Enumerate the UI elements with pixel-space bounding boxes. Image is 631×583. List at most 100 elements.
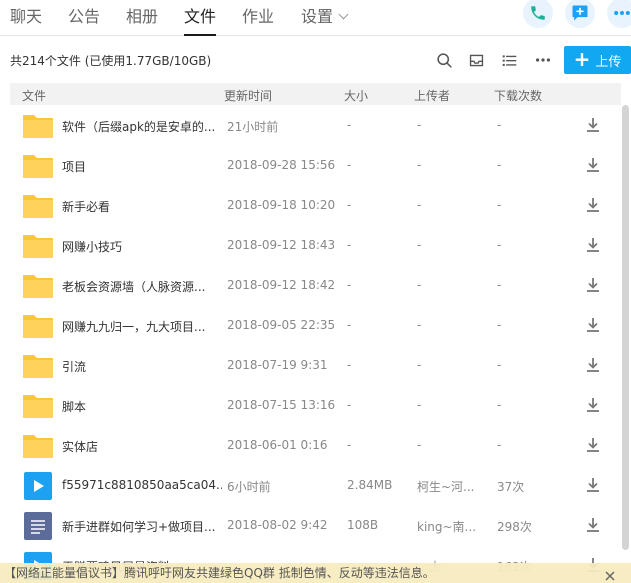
folder-icon: [23, 315, 53, 338]
folder-icon: [23, 275, 53, 298]
inbox-icon: [469, 54, 483, 66]
file-size: 108B: [347, 518, 379, 532]
column-header-file[interactable]: 文件: [22, 87, 46, 104]
file-row[interactable]: 项目 2018-09-28 15:56- - -: [10, 145, 621, 185]
file-size: -: [347, 438, 352, 452]
file-row[interactable]: 老板会资源墙（人脉资源... 2018-09-12 18:42- - -: [10, 265, 621, 305]
top-tab-bar: 聊天 公告 相册 文件 作业 设置: [0, 0, 631, 36]
file-size: -: [347, 358, 352, 372]
file-size: -: [347, 318, 352, 332]
file-size: -: [347, 398, 352, 412]
tab-files[interactable]: 文件: [184, 6, 217, 36]
more-dots-icon: [614, 11, 630, 15]
file-row[interactable]: f55971c8810850aa5ca04... 6小时前 2.84MB 柯生~河..…: [10, 465, 621, 505]
file-download-count: -: [497, 318, 502, 332]
file-updated-time: 2018-08-02 9:42: [227, 518, 328, 532]
file-name[interactable]: 网赚小技巧: [62, 238, 222, 255]
plus-icon: +: [573, 47, 591, 71]
file-row[interactable]: 脚本 2018-07-15 13:16- - -: [10, 385, 621, 425]
column-header-size[interactable]: 大小: [344, 87, 368, 104]
file-name[interactable]: 老板会资源墙（人脉资源...: [62, 278, 222, 295]
download-icon[interactable]: [584, 276, 602, 294]
download-icon[interactable]: [584, 356, 602, 374]
tab-settings[interactable]: 设置: [301, 6, 349, 28]
search-button[interactable]: [434, 50, 454, 70]
folder-icon: [23, 355, 53, 378]
file-row[interactable]: 新手必看 2018-09-18 10:20- - -: [10, 185, 621, 225]
file-row[interactable]: 实体店 2018-06-01 0:16 - - -: [10, 425, 621, 465]
file-toolbar: 共214个文件 (已使用1.77GB/10GB) + 上传: [0, 44, 631, 76]
file-name[interactable]: 项目: [62, 158, 222, 175]
scrollbar[interactable]: [622, 105, 629, 555]
file-updated-time: 2018-07-15 13:16: [227, 398, 336, 412]
file-summary: 共214个文件 (已使用1.77GB/10GB): [10, 54, 212, 68]
file-download-count: 298次: [497, 520, 532, 534]
download-icon[interactable]: [584, 476, 602, 494]
file-download-count: -: [497, 118, 502, 132]
file-name[interactable]: f55971c8810850aa5ca04...: [62, 478, 222, 492]
file-name[interactable]: 引流: [62, 358, 222, 375]
file-download-count: -: [497, 198, 502, 212]
tab-homework[interactable]: 作业: [242, 6, 274, 28]
close-icon: [605, 571, 615, 581]
download-icon[interactable]: [584, 516, 602, 534]
more-dots-icon: [535, 58, 551, 62]
column-header-uploader[interactable]: 上传者: [414, 87, 450, 104]
download-icon[interactable]: [584, 116, 602, 134]
search-icon: [436, 52, 452, 68]
list-icon: [502, 54, 516, 66]
download-icon[interactable]: [584, 316, 602, 334]
upload-label: 上传: [595, 54, 622, 70]
file-row[interactable]: 网赚小技巧 2018-09-12 18:43- - -: [10, 225, 621, 265]
file-row[interactable]: 网赚九九归一，九大项目... 2018-09-05 22:35- - -: [10, 305, 621, 345]
chevron-down-icon: [338, 9, 349, 20]
file-updated-time: 2018-09-05 22:35: [227, 318, 336, 332]
file-row[interactable]: 新手进群如何学习+做项目... 2018-08-02 9:42 108B king~南…: [10, 505, 621, 545]
more-options-button[interactable]: [533, 50, 553, 70]
column-header-downloads[interactable]: 下载次数: [494, 87, 542, 104]
file-download-count: -: [497, 398, 502, 412]
download-icon[interactable]: [584, 236, 602, 254]
tab-announcements[interactable]: 公告: [68, 6, 100, 28]
file-download-count: -: [497, 158, 502, 172]
file-uploader: -: [417, 438, 422, 452]
scrollbar-thumb[interactable]: [622, 105, 629, 550]
document-file-icon: [24, 512, 52, 540]
file-name[interactable]: 新手必看: [62, 198, 222, 215]
close-notice-button[interactable]: [604, 567, 616, 581]
download-icon[interactable]: [584, 436, 602, 454]
file-uploader: -: [417, 278, 422, 292]
file-size: -: [347, 238, 352, 252]
folder-icon: [23, 235, 53, 258]
file-download-count: -: [497, 278, 502, 292]
folder-icon: [23, 435, 53, 458]
new-message-button[interactable]: [565, 0, 595, 28]
list-view-button[interactable]: [499, 50, 519, 70]
file-name[interactable]: 实体店: [62, 438, 222, 455]
file-row[interactable]: 引流 2018-07-19 9:31 - - -: [10, 345, 621, 385]
folder-icon: [23, 195, 53, 218]
phone-call-button[interactable]: [523, 0, 553, 28]
file-download-count: -: [497, 358, 502, 372]
download-icon[interactable]: [584, 396, 602, 414]
inbox-button[interactable]: [466, 50, 486, 70]
file-name[interactable]: 脚本: [62, 398, 222, 415]
file-name[interactable]: 软件（后缀apk的是安卓的...: [62, 118, 222, 135]
file-updated-time: 2018-06-01 0:16: [227, 438, 328, 452]
file-row[interactable]: 软件（后缀apk的是安卓的... 21小时前 - - -: [10, 105, 621, 145]
more-button[interactable]: [607, 0, 631, 28]
file-updated-time: 21小时前: [227, 120, 279, 134]
upload-button[interactable]: + 上传: [564, 46, 631, 74]
file-uploader: -: [417, 118, 422, 132]
file-uploader: 柯生~河...: [417, 480, 475, 494]
file-name[interactable]: 网赚九九归一，九大项目...: [62, 318, 222, 335]
tab-album[interactable]: 相册: [126, 6, 158, 28]
file-name[interactable]: 新手进群如何学习+做项目...: [62, 518, 222, 535]
download-icon[interactable]: [584, 156, 602, 174]
download-icon[interactable]: [584, 196, 602, 214]
column-header-updated[interactable]: 更新时间: [224, 87, 272, 104]
file-size: -: [347, 158, 352, 172]
file-download-count: -: [497, 238, 502, 252]
file-uploader: king~南...: [417, 520, 477, 534]
tab-chat[interactable]: 聊天: [10, 6, 42, 28]
